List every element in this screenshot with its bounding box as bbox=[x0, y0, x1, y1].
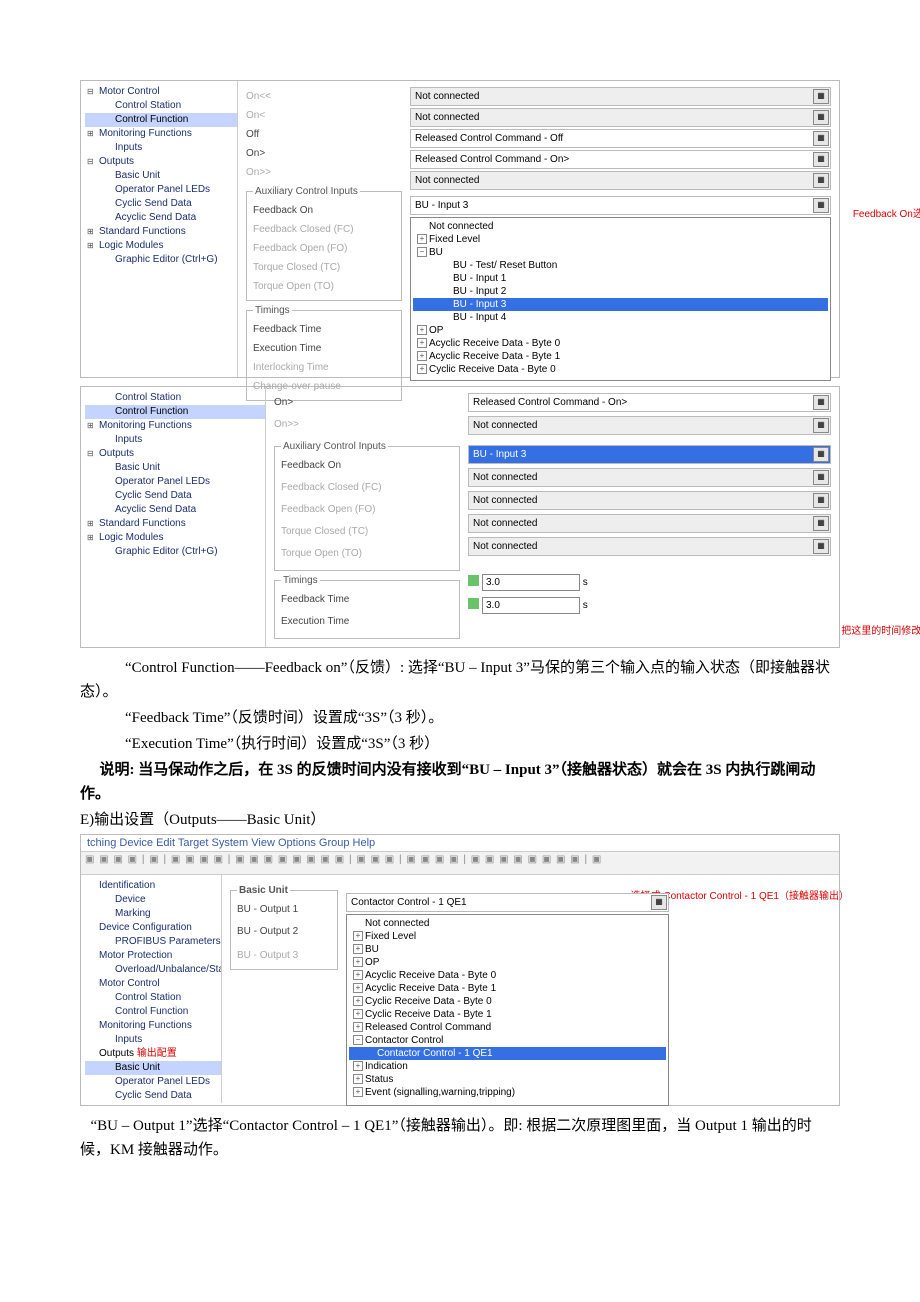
restore-icon[interactable] bbox=[468, 575, 479, 586]
screenshot-1: ⊟Motor Control Control Station Control F… bbox=[80, 80, 840, 378]
body-paragraph-block: “Control Function——Feedback on”（反馈）: 选择“… bbox=[80, 656, 840, 832]
nav-tree-2[interactable]: Control Station Control Function ⊞Monito… bbox=[81, 387, 266, 647]
screenshot-2: Control Station Control Function ⊞Monito… bbox=[80, 386, 840, 648]
body-paragraph-end: “BU – Output 1”选择“Contactor Control – 1 … bbox=[80, 1114, 840, 1162]
annotation-timing: 把这里的时间修改成3S（3秒） bbox=[841, 622, 920, 637]
tree-control-function-2: Control Function bbox=[85, 405, 265, 419]
field-on-ll: Not connected▦ bbox=[410, 87, 831, 106]
dropdown-contactor-qe1: Contactor Control - 1 QE1 bbox=[349, 1047, 666, 1060]
execution-time-input[interactable]: 3.0 bbox=[482, 597, 580, 614]
toolbar[interactable]: ▣ ▣ ▣ ▣ | ▣ | ▣ ▣ ▣ ▣ | ▣ ▣ ▣ ▣ ▣ ▣ ▣ ▣ … bbox=[81, 852, 839, 875]
lookup-icon: ▦ bbox=[813, 89, 829, 104]
menu-bar[interactable]: tching Device Edit Target System View Op… bbox=[81, 835, 839, 852]
tree-control-function: Control Function bbox=[85, 113, 237, 127]
dropdown-output[interactable]: Not connected +Fixed Level +BU +OP +Acyc… bbox=[346, 914, 669, 1106]
screenshot-3: tching Device Edit Target System View Op… bbox=[80, 834, 840, 1106]
dropdown-bu-input-3: BU - Input 3 bbox=[413, 298, 828, 311]
bu-output1-field[interactable]: Contactor Control - 1 QE1▦ bbox=[346, 893, 669, 912]
restore-icon[interactable] bbox=[468, 598, 479, 609]
tree-basic-unit: Basic Unit bbox=[85, 1061, 221, 1075]
feedback-on-value[interactable]: BU - Input 3▦ bbox=[468, 445, 831, 464]
dropdown-panel[interactable]: Not connected +Fixed Level −BU BU - Test… bbox=[410, 217, 831, 381]
feedback-on-field[interactable]: BU - Input 3▦ bbox=[410, 196, 831, 215]
feedback-time-input[interactable]: 3.0 bbox=[482, 574, 580, 591]
nav-tree-3[interactable]: Identification Device Marking Device Con… bbox=[81, 875, 222, 1103]
nav-tree-1[interactable]: ⊟Motor Control Control Station Control F… bbox=[81, 81, 238, 377]
annotation-feedback: Feedback On选择 BU - Input 3 bbox=[853, 205, 920, 220]
